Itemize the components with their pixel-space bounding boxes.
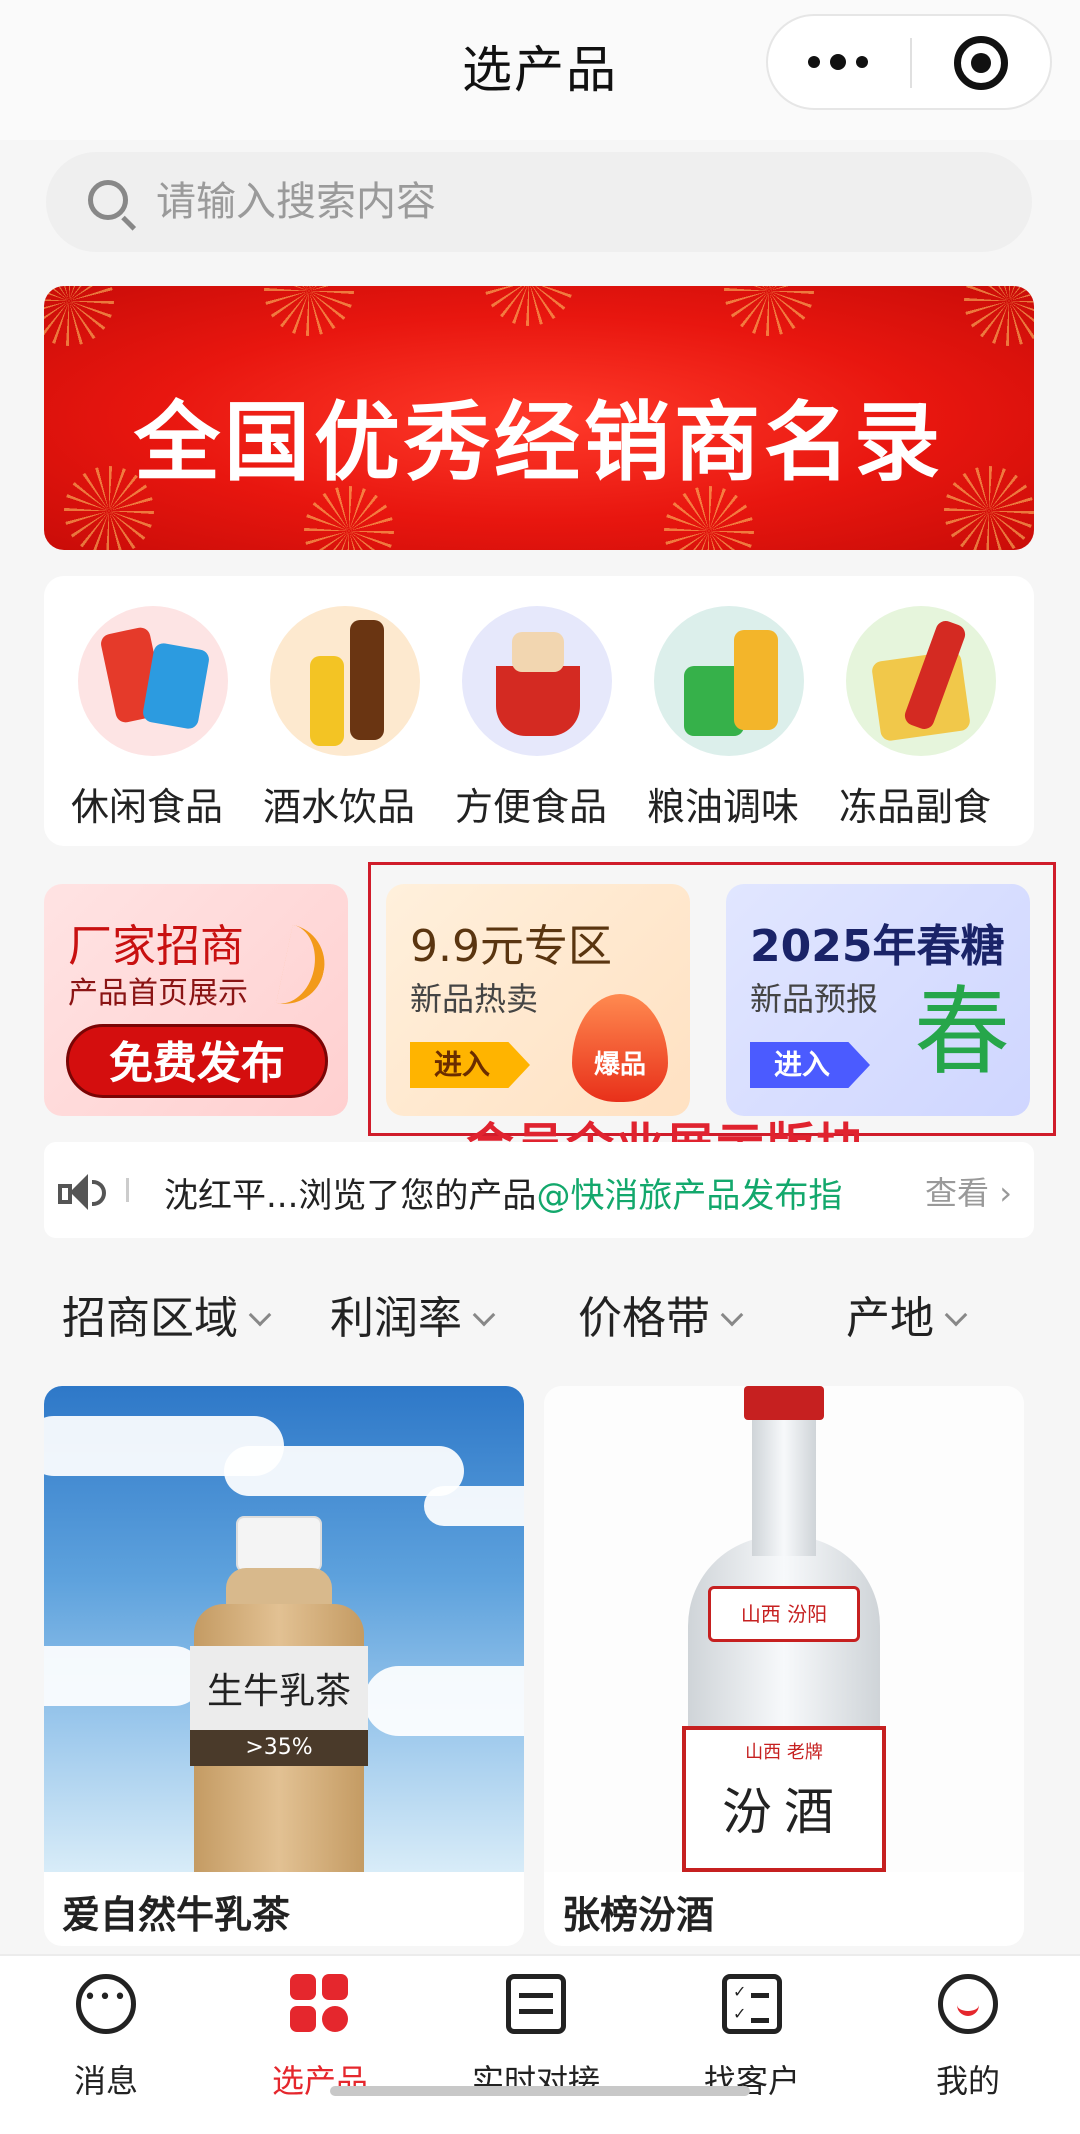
product-name: 爱自然牛乳茶 [62,1893,291,1937]
bottle-tag: 山西 汾阳 [708,1586,860,1642]
tab-label: 消息 [73,2062,138,2100]
speaker-icon [58,1172,106,1214]
category-label: 酒水饮品 [262,785,415,829]
member-section-highlight [368,862,1056,1136]
category-thumbnail [846,606,996,756]
search-icon [88,180,128,220]
filter-label: 价格带 [578,1293,710,1344]
mini-program-capsule [766,14,1052,110]
liquor-bottle: 山西 汾阳 山西 老牌 汾酒 [674,1386,894,1872]
promo-title: 厂家招商 [68,921,244,972]
category-thumbnail [654,606,804,756]
chevron-down-icon [944,1303,968,1327]
nav-header: 选产品 [0,0,1080,140]
filter-label: 招商区域 [62,1293,238,1344]
category-thumbnail [270,606,420,756]
notice-text: 沈红平...浏览了您的产品@快消旅产品发布指 [164,1168,842,1217]
firework-decoration [724,286,814,336]
product-name: 张榜汾酒 [562,1893,715,1937]
sliders-icon [506,1974,566,2034]
curved-arrow-icon [276,924,332,1012]
bottle-label-big: 汾酒 [722,1783,846,1841]
capsule-divider [910,38,912,88]
bottom-tab-bar: 消息 选产品 实时对接 找客户 我的 [0,1954,1080,2134]
checklist-icon [722,1974,782,2034]
category-label: 休闲食品 [70,785,223,829]
activity-notice[interactable]: 沈红平...浏览了您的产品@快消旅产品发布指 查看 › [44,1142,1034,1238]
dealer-directory-banner[interactable]: 全国优秀经销商名录 [44,286,1034,550]
bottle-strip-text: >35% [190,1730,368,1766]
grid-icon [290,1974,350,2034]
chevron-down-icon [472,1303,496,1327]
milk-tea-bottle: 生牛乳茶 >35% [190,1516,368,1872]
notice-view-link[interactable]: 查看 › [925,1168,1012,1214]
free-publish-button[interactable]: 免费发布 [66,1024,328,1098]
banner-title: 全国优秀经销商名录 [134,393,944,493]
message-icon [76,1974,136,2034]
category-frozen[interactable]: 冻品副食 [820,606,1010,836]
bottle-label-small: 山西 老牌 [745,1742,823,1763]
product-image: 生牛乳茶 >35% [44,1386,524,1872]
more-dots-icon[interactable] [768,16,908,108]
product-image: 山西 汾阳 山西 老牌 汾酒 [544,1386,1024,1872]
notice-link[interactable]: @快消旅产品发布指 [536,1176,842,1216]
home-indicator [330,2086,750,2096]
app-root: 选产品 全国优秀经销商名录 休闲食品 [0,0,1080,2134]
firework-decoration [264,286,354,336]
category-grid: 休闲食品 酒水饮品 方便食品 粮油调味 冻品副食 [44,576,1034,846]
tab-label: 我的 [935,2062,1000,2100]
view-label: 查看 [925,1174,990,1212]
notice-message: 沈红平...浏览了您的产品 [164,1176,537,1216]
bottle-label-text: 生牛乳茶 [206,1671,351,1712]
chevron-right-icon: › [999,1174,1012,1212]
category-instant[interactable]: 方便食品 [436,606,626,836]
firework-decoration [44,286,114,346]
search-input[interactable] [156,170,996,234]
promo-subtitle: 产品首页展示 [68,976,248,1011]
category-label: 冻品副食 [838,785,991,829]
filter-bar: 招商区域 利润率 价格带 产地 [0,1260,1080,1360]
target-icon[interactable] [954,36,1008,90]
tab-messages[interactable]: 消息 [26,1974,186,2114]
category-label: 粮油调味 [646,785,799,829]
category-thumbnail [462,606,612,756]
filter-profit-rate[interactable]: 利润率 [330,1282,496,1346]
category-thumbnail [78,606,228,756]
chevron-down-icon [720,1303,744,1327]
search-bar[interactable] [46,152,1032,252]
filter-region[interactable]: 招商区域 [62,1282,272,1346]
profile-icon [938,1974,998,2034]
recruit-promo-card[interactable]: 厂家招商 产品首页展示 免费发布 [44,884,348,1116]
firework-decoration [964,286,1034,346]
chevron-down-icon [248,1303,272,1327]
filter-label: 利润率 [330,1293,462,1344]
firework-decoration [484,286,574,326]
notice-divider [126,1178,129,1202]
product-card[interactable]: 山西 汾阳 山西 老牌 汾酒 张榜汾酒 [544,1386,1024,1946]
product-card[interactable]: 生牛乳茶 >35% 爱自然牛乳茶 [44,1386,524,1946]
category-drinks[interactable]: 酒水饮品 [244,606,434,836]
tab-profile[interactable]: 我的 [888,1974,1048,2114]
filter-origin[interactable]: 产地 [846,1282,968,1346]
category-grain-oil[interactable]: 粮油调味 [628,606,818,836]
category-label: 方便食品 [454,785,607,829]
category-snacks[interactable]: 休闲食品 [52,606,242,836]
filter-label: 产地 [846,1293,934,1344]
filter-price-band[interactable]: 价格带 [578,1282,744,1346]
